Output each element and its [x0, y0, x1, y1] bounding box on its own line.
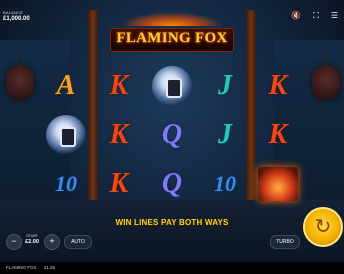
footer-time: 21:26 [43, 265, 56, 270]
game-logo: FLAMING FOX [106, 20, 238, 56]
reel-cell: J [199, 62, 251, 109]
fullscreen-icon[interactable]: ⛶ [313, 12, 319, 20]
turbo-button[interactable]: TURBO [270, 235, 300, 249]
footer-game-name: FLAMING FOX [6, 265, 37, 270]
reel-cell: J [199, 111, 251, 158]
bet-value: £2.00 [25, 239, 39, 245]
balance-value: £1,000.00 [3, 16, 30, 22]
wild-symbol [46, 114, 86, 155]
symbol-10: 10 [55, 170, 77, 196]
spin-icon: ↻ [314, 216, 332, 238]
symbol-j: J [218, 69, 232, 101]
balance-label: BALANCE [3, 10, 24, 15]
reel-cell: K [252, 111, 304, 158]
reel-cell: K [93, 111, 145, 158]
reel-grid: A 10 K K K Q Q J J 10 K K [40, 62, 304, 210]
spin-button[interactable]: ↻ [303, 207, 343, 247]
balance-display: BALANCE £1,000.00 [3, 10, 30, 22]
symbol-q: Q [161, 118, 183, 150]
wild-symbol [152, 65, 192, 106]
reel-cell [252, 160, 304, 207]
bet-label: STAKE [26, 234, 38, 238]
symbol-k: K [109, 167, 129, 199]
auto-button[interactable]: AUTO [64, 235, 92, 249]
reel-cell: K [93, 62, 145, 109]
bet-increase-button[interactable]: + [44, 234, 60, 250]
symbol-k: K [109, 69, 129, 101]
footer-bar: FLAMING FOX 21:26 [0, 262, 344, 274]
symbol-j: J [218, 118, 232, 150]
reel-cell: Q [146, 160, 198, 207]
bet-display: STAKE £2.00 [22, 234, 42, 245]
reel-cell [40, 111, 92, 158]
reel-cell: A [40, 62, 92, 109]
logo-title: FLAMING FOX [116, 29, 228, 46]
lantern-left [6, 56, 34, 100]
menu-icon[interactable]: ☰ [331, 12, 338, 20]
treasure-symbol [258, 166, 298, 201]
reel-cell: 10 [199, 160, 251, 207]
symbol-k: K [268, 69, 288, 101]
reel-cell: Q [146, 111, 198, 158]
win-lines-message: WIN LINES PAY BOTH WAYS [115, 218, 229, 227]
symbol-q: Q [161, 167, 183, 199]
reel-cell [146, 62, 198, 109]
mute-icon[interactable]: 🔇 [291, 12, 301, 20]
symbol-k: K [268, 118, 288, 150]
symbol-a: A [56, 69, 76, 101]
symbol-k: K [109, 118, 129, 150]
lantern-right [312, 56, 340, 100]
bet-decrease-button[interactable]: − [6, 234, 22, 250]
symbol-10: 10 [214, 170, 236, 196]
reel-cell: K [93, 160, 145, 207]
reel-cell: K [252, 62, 304, 109]
top-controls: 🔇 ⛶ ☰ [291, 12, 338, 20]
reel-cell: 10 [40, 160, 92, 207]
